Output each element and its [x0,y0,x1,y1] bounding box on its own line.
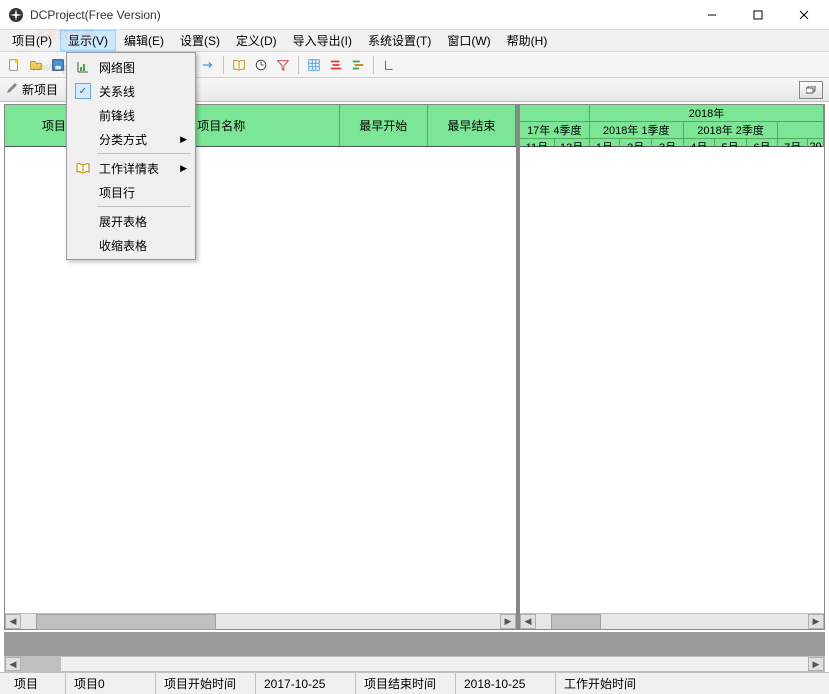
menu-item[interactable]: 显示(V) [60,30,116,51]
menu-item[interactable]: 项目(P) [4,30,60,51]
book-icon[interactable] [229,55,249,75]
menu-item-label: 分类方式 [99,131,147,148]
menu-dropdown-item[interactable]: 展开表格 [69,209,193,233]
scroll-right-icon[interactable]: ▶ [500,614,516,629]
indent-icon[interactable] [379,55,399,75]
grid-icon[interactable] [304,55,324,75]
clock-icon[interactable] [251,55,271,75]
status-project-label: 项目 [6,673,66,694]
menu-item-label: 展开表格 [99,213,147,230]
subheader-label: 新项目 [22,81,58,98]
gantt-quarter: 2018年 2季度 [684,122,778,139]
minimize-button[interactable] [689,0,735,30]
menu-item-label: 项目行 [99,184,135,201]
menu-dropdown-item[interactable]: 项目行 [69,180,193,204]
status-end-value: 2018-10-25 [456,673,556,694]
gantt-panel: 2018年17年 4季度2018年 1季度2018年 2季度11月12月1月2月… [520,105,824,629]
menu-item[interactable]: 帮助(H) [499,30,556,51]
window-title: DCProject(Free Version) [30,8,689,22]
scroll-left-icon[interactable]: ◀ [520,614,536,629]
menu-item[interactable]: 系统设置(T) [360,30,439,51]
menu-item-label: 网络图 [99,59,135,76]
menu-item-label: 前锋线 [99,107,135,124]
status-start-value: 2017-10-25 [256,673,356,694]
submenu-arrow-icon: ▶ [180,134,187,145]
subheader-restore-button[interactable] [799,81,823,99]
arrow-icon[interactable] [198,55,218,75]
chart-icon [75,59,91,75]
status-project-value: 项目0 [66,673,156,694]
gray-strip [4,632,825,656]
submenu-arrow-icon: ▶ [180,163,187,174]
menu-item-label: 收缩表格 [99,237,147,254]
menu-item[interactable]: 设置(S) [172,30,228,51]
menu-dropdown-item[interactable]: 网络图 [69,55,193,79]
bottom-h-scrollbar[interactable]: ◀ ▶ [4,656,825,672]
menu-item-label: 关系线 [99,83,135,100]
menu-item[interactable]: 编辑(E) [116,30,172,51]
scroll-left-icon[interactable]: ◀ [5,657,21,671]
menu-item[interactable]: 定义(D) [228,30,285,51]
statusbar: 项目 项目0 项目开始时间 2017-10-25 项目结束时间 2018-10-… [0,672,829,694]
app-icon [8,7,24,23]
bars-red-icon[interactable] [326,55,346,75]
maximize-button[interactable] [735,0,781,30]
menu-item-label: 工作详情表 [99,160,159,177]
book-icon [75,160,91,176]
titlebar: DCProject(Free Version) [0,0,829,30]
status-start-label: 项目开始时间 [156,673,256,694]
gantt-h-scrollbar[interactable]: ◀ ▶ [520,613,824,629]
col-earliest-end[interactable]: 最早结束 [428,105,516,146]
menu-item[interactable]: 窗口(W) [439,30,498,51]
scroll-right-icon[interactable]: ▶ [808,657,824,671]
scroll-left-icon[interactable]: ◀ [5,614,21,629]
menu-dropdown-item[interactable]: 工作详情表 ▶ [69,156,193,180]
menu-item[interactable]: 导入导出(I) [285,30,360,51]
close-button[interactable] [781,0,827,30]
view-menu-dropdown: 网络图 ✓ 关系线前锋线分类方式 ▶ 工作详情表 ▶ 项目行展开表格收缩表格 [66,52,196,260]
scroll-right-icon[interactable]: ▶ [808,614,824,629]
save-icon[interactable] [48,55,68,75]
table-h-scrollbar[interactable]: ◀ ▶ [5,613,516,629]
bars-green-icon[interactable] [348,55,368,75]
gantt-quarter: 2018年 1季度 [590,122,684,139]
open-icon[interactable] [26,55,46,75]
filter-icon[interactable] [273,55,293,75]
gantt-year: 2018年 [590,105,824,122]
menubar: 项目(P)显示(V)编辑(E)设置(S)定义(D)导入导出(I)系统设置(T)窗… [0,30,829,52]
gantt-quarter [778,122,824,139]
col-earliest-start[interactable]: 最早开始 [340,105,428,146]
menu-dropdown-item[interactable]: ✓ 关系线 [69,79,193,103]
check-icon: ✓ [75,83,91,99]
gantt-body [520,147,824,613]
menu-dropdown-item[interactable]: 分类方式 ▶ [69,127,193,151]
status-end-label: 项目结束时间 [356,673,456,694]
pencil-icon [6,82,18,97]
menu-dropdown-item[interactable]: 收缩表格 [69,233,193,257]
status-work-start-label: 工作开始时间 [556,673,823,694]
gantt-header: 2018年17年 4季度2018年 1季度2018年 2季度11月12月1月2月… [520,105,824,147]
menu-dropdown-item[interactable]: 前锋线 [69,103,193,127]
gantt-quarter: 17年 4季度 [520,122,590,139]
new-icon[interactable] [4,55,24,75]
